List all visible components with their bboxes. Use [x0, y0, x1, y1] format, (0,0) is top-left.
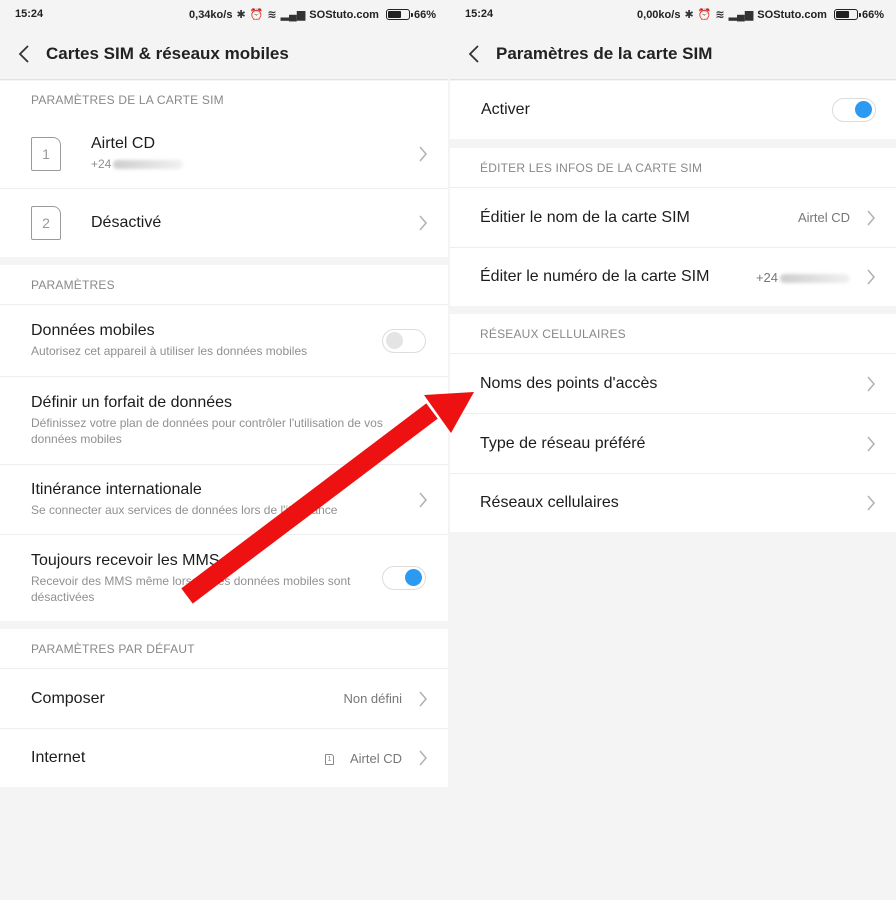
alarm-icon: ⏰: [697, 9, 712, 21]
bluetooth-icon: ✱: [236, 9, 246, 21]
row-subtitle: Autorisez cet appareil à utiliser les do…: [31, 344, 308, 358]
signal-icon: ▂▄▆: [280, 9, 306, 21]
back-icon[interactable]: [4, 28, 44, 80]
data-plan-row[interactable]: Définir un forfait de données Définissez…: [0, 377, 448, 465]
internet-row[interactable]: Internet 1 Airtel CD: [0, 729, 448, 787]
chevron-right-icon: [866, 210, 876, 226]
status-time: 15:24: [15, 8, 44, 20]
edit-name-row[interactable]: Éditier le nom de la carte SIM Airtel CD: [450, 188, 896, 248]
cellular-card: RÉSEAUX CELLULAIRES Noms des points d'ac…: [450, 314, 896, 532]
row-title: Données mobiles: [31, 322, 155, 339]
chevron-right-icon: [418, 750, 428, 766]
sim-card-icon: 2: [31, 206, 61, 240]
section-header-sim: PARAMÈTRES DE LA CARTE SIM: [31, 93, 224, 107]
chevron-right-icon: [866, 376, 876, 392]
alarm-icon: ⏰: [249, 9, 264, 21]
mobile-data-toggle[interactable]: [382, 328, 426, 353]
row-title: Réseaux cellulaires: [480, 494, 619, 511]
bluetooth-icon: ✱: [684, 9, 694, 21]
mms-row[interactable]: Toujours recevoir les MMS Recevoir des M…: [0, 535, 448, 621]
mobile-data-row[interactable]: Données mobiles Autorisez cet appareil à…: [0, 305, 448, 377]
row-title: Itinérance internationale: [31, 481, 202, 498]
battery-icon: [385, 9, 413, 20]
chevron-right-icon: [418, 413, 428, 429]
battery-icon: [833, 9, 861, 20]
edit-number-row[interactable]: Éditer le numéro de la carte SIM +24: [450, 248, 896, 306]
signal-icon: ▂▄▆: [728, 9, 754, 21]
status-bar: 15:24 0,34ko/s ✱ ⏰ ≋ ▂▄▆ SOStuto.com 66%: [0, 0, 448, 28]
activate-row[interactable]: Activer: [450, 81, 896, 139]
chevron-right-icon: [418, 691, 428, 707]
row-title: Type de réseau préféré: [480, 434, 646, 452]
chevron-right-icon: [418, 492, 428, 508]
screen-sim-networks: 15:24 0,34ko/s ✱ ⏰ ≋ ▂▄▆ SOStuto.com 66%…: [0, 0, 448, 900]
row-title: Activer: [481, 101, 530, 118]
sim-row-1[interactable]: 1 Airtel CD +24: [0, 119, 448, 189]
activate-toggle[interactable]: [832, 98, 876, 122]
page-title: Cartes SIM & réseaux mobiles: [46, 43, 289, 63]
sim-number: +24: [91, 156, 184, 172]
chevron-right-icon: [866, 436, 876, 452]
edit-sim-card: ÉDITER LES INFOS DE LA CARTE SIM Éditier…: [450, 148, 896, 306]
wifi-icon: ≋: [267, 9, 277, 21]
page-title: Paramètres de la carte SIM: [496, 43, 713, 63]
row-title: Toujours recevoir les MMS: [31, 551, 220, 569]
roaming-row[interactable]: Itinérance internationale Se connecter a…: [0, 465, 448, 535]
row-value: Non défini: [343, 691, 402, 706]
status-bar: 15:24 0,00ko/s ✱ ⏰ ≋ ▂▄▆ SOStuto.com 66%: [450, 0, 896, 28]
battery-percent: 66%: [413, 8, 436, 21]
data-speed: 0,00ko/s: [637, 8, 681, 21]
row-title: Définir un forfait de données: [31, 394, 233, 411]
row-title: Internet: [31, 749, 86, 766]
sim-settings-card: PARAMÈTRES DE LA CARTE SIM 1 Airtel CD +…: [0, 81, 448, 257]
row-value: Airtel CD: [797, 210, 850, 225]
section-header-cellular: RÉSEAUX CELLULAIRES: [450, 314, 896, 354]
mms-toggle[interactable]: [382, 566, 426, 590]
network-type-row[interactable]: Type de réseau préféré: [450, 414, 896, 474]
wifi-icon: ≋: [715, 9, 725, 21]
section-header-default: PARAMÈTRES PAR DÉFAUT: [0, 629, 448, 669]
sim-card-icon: 1: [324, 753, 334, 765]
sim-name: Airtel CD: [91, 135, 156, 152]
row-title: Éditier le nom de la carte SIM: [480, 208, 690, 226]
chevron-right-icon: [866, 269, 876, 285]
screen-sim-settings: 15:24 0,00ko/s ✱ ⏰ ≋ ▂▄▆ SOStuto.com 66%…: [450, 0, 896, 900]
section-header-params: PARAMÈTRES: [0, 265, 448, 305]
back-icon[interactable]: [454, 28, 494, 80]
battery-percent: 66%: [861, 8, 884, 21]
row-subtitle: Se connecter aux services de données lor…: [31, 503, 338, 517]
row-subtitle: Définissez votre plan de données pour co…: [31, 416, 383, 446]
row-subtitle: Recevoir des MMS même lorsque les donnée…: [31, 573, 351, 604]
data-speed: 0,34ko/s: [189, 8, 233, 21]
sim-card-icon: 1: [31, 136, 61, 171]
row-value: 1 Airtel CD: [324, 751, 402, 766]
sim-name: Désactivé: [91, 214, 162, 231]
carrier-name: SOStuto.com: [309, 8, 379, 21]
row-title: Éditer le numéro de la carte SIM: [480, 268, 710, 285]
params-card: PARAMÈTRES Données mobiles Autorisez cet…: [0, 265, 448, 621]
top-app-bar: Cartes SIM & réseaux mobiles: [0, 28, 448, 80]
row-value: +24: [756, 270, 850, 285]
composer-row[interactable]: Composer Non défini: [0, 669, 448, 729]
cellular-networks-row[interactable]: Réseaux cellulaires: [450, 474, 896, 532]
top-app-bar: Paramètres de la carte SIM: [450, 28, 896, 80]
section-header-edit: ÉDITER LES INFOS DE LA CARTE SIM: [450, 148, 896, 188]
row-title: Noms des points d'accès: [480, 374, 658, 392]
carrier-name: SOStuto.com: [757, 8, 827, 21]
activate-card: Activer: [450, 81, 896, 139]
chevron-right-icon: [866, 495, 876, 511]
default-params-card: PARAMÈTRES PAR DÉFAUT Composer Non défin…: [0, 629, 448, 787]
chevron-right-icon: [418, 146, 428, 162]
apn-row[interactable]: Noms des points d'accès: [450, 354, 896, 414]
row-title: Composer: [31, 689, 105, 707]
status-time: 15:24: [465, 8, 494, 20]
sim-row-2[interactable]: 2 Désactivé: [0, 189, 448, 257]
chevron-right-icon: [418, 215, 428, 231]
